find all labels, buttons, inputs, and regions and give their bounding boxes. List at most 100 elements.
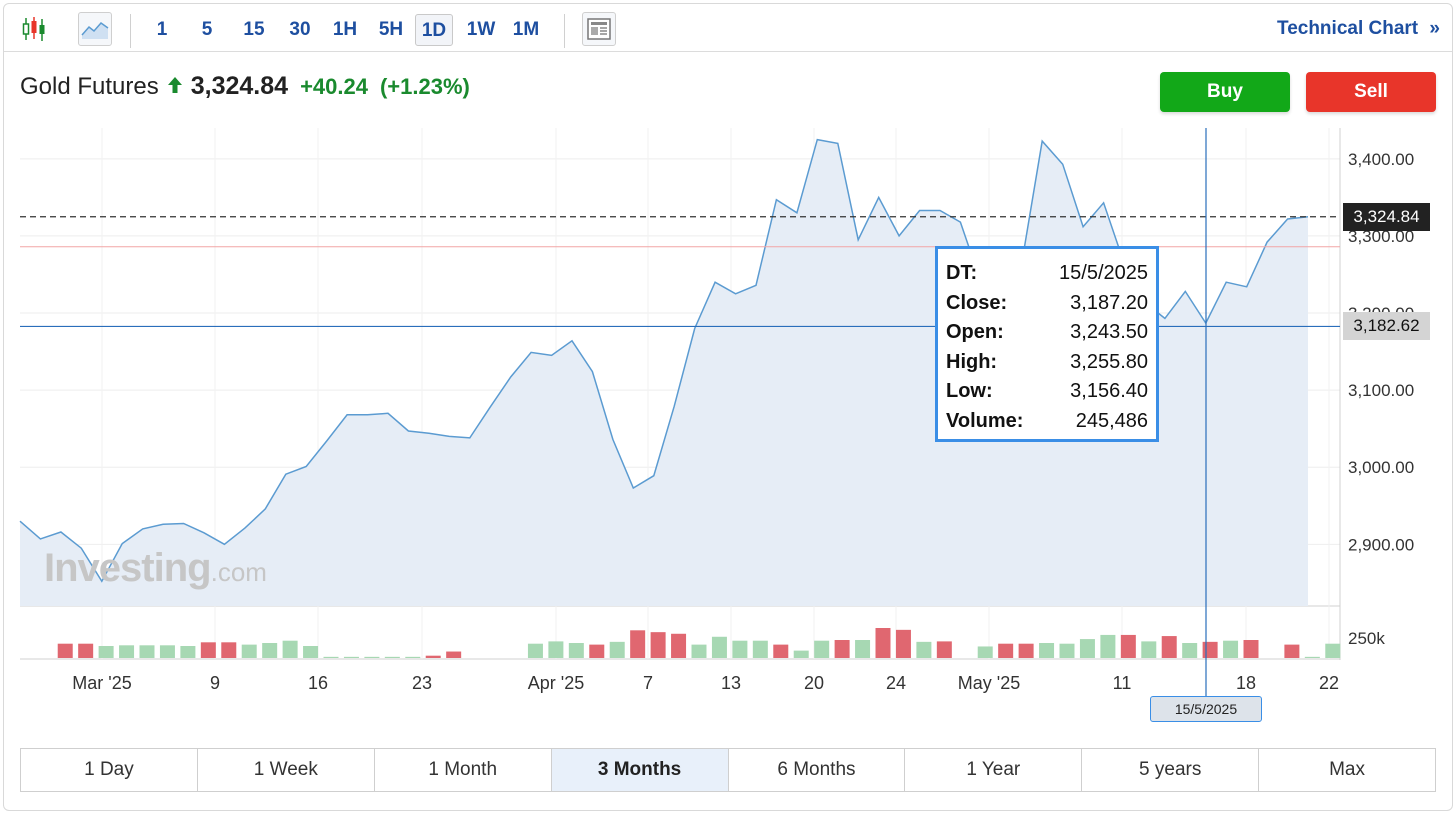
volume-bar [1039,643,1055,658]
current-price-tag: 3,324.84 [1343,202,1430,231]
range-1-week[interactable]: 1 Week [198,749,375,791]
x-tick-label: 24 [886,673,906,693]
volume-bar [446,651,462,658]
volume-bar [1018,643,1034,658]
volume-bar [139,645,155,658]
volume-bar [609,641,625,658]
x-tick-label: Apr '25 [528,673,584,693]
tooltip-row-low: Low: 3,156.40 [946,377,1148,407]
range-max[interactable]: Max [1259,749,1435,791]
volume-bar [180,646,196,658]
x-tick-label: 9 [210,673,220,693]
volume-bar [752,640,768,658]
tooltip-row-open: Open: 3,243.50 [946,318,1148,348]
volume-bar [773,644,789,658]
volume-bar [895,629,911,658]
volume-bar [425,655,441,658]
tooltip-row-close: Close: 3,187.20 [946,289,1148,319]
volume-axis-label: 250k [1348,629,1385,648]
volume-bar [1284,644,1300,658]
tooltip-key: Close: [946,291,1008,314]
volume-bar [834,640,850,658]
volume-bar [1141,641,1157,658]
range-5-years[interactable]: 5 years [1082,749,1260,791]
volume-bar [568,643,584,658]
tooltip-row-volume: Volume: 245,486 [946,407,1148,437]
volume-bar [875,628,891,658]
tooltip-value: 3,255.80 [1070,350,1148,373]
volume-bar [855,640,871,658]
volume-bar [916,641,932,658]
volume-bar [793,650,809,658]
volume-bar [630,630,646,658]
volume-bar [1059,643,1075,658]
volume-bar [200,642,216,658]
tooltip-key: Open: [946,321,1004,344]
x-tick-label: 20 [804,673,824,693]
watermark-brand: Investing [44,546,212,590]
volume-bar [936,641,952,658]
volume-bar [1182,643,1198,658]
volume-bar [814,640,830,658]
volume-bar [1202,641,1218,658]
volume-bar [1325,643,1341,658]
volume-bar [98,646,114,658]
x-tick-label: 23 [412,673,432,693]
volume-bar [998,643,1014,658]
volume-bar [384,656,400,658]
volume-bar [1161,636,1177,658]
volume-bar [159,645,175,658]
x-tick-label: May '25 [958,673,1020,693]
volume-bar [1120,634,1136,658]
volume-bar [241,644,257,658]
x-tick-label: Mar '25 [72,673,131,693]
tooltip-key: Volume: [946,409,1024,432]
tooltip-row-high: High: 3,255.80 [946,348,1148,378]
volume-bar [977,646,993,658]
tooltip-value: 245,486 [1075,409,1148,432]
range-3-months[interactable]: 3 Months [551,749,729,791]
volume-bar [1223,640,1239,658]
volume-bar [711,636,727,658]
x-tick-label: 22 [1319,673,1339,693]
range-1-day[interactable]: 1 Day [21,749,198,791]
volume-bar [527,643,543,658]
x-tick-label: 18 [1236,673,1256,693]
tooltip-value: 3,156.40 [1070,380,1148,403]
watermark-suffix: .com [210,557,267,587]
volume-bar [282,640,298,658]
volume-bar [57,643,73,658]
y-tick-label: 3,000.00 [1348,458,1414,477]
y-tick-label: 3,100.00 [1348,381,1414,400]
investing-watermark: Investing.com [44,546,267,591]
volume-bar [650,632,666,658]
volume-bar [671,633,687,658]
volume-bar [405,656,421,658]
range-6-months[interactable]: 6 Months [729,749,906,791]
volume-bar [1243,640,1259,658]
volume-bar [221,642,237,658]
y-tick-label: 2,900.00 [1348,535,1414,554]
x-tick-label: 16 [308,673,328,693]
ohlc-tooltip: DT: 15/5/2025 Close: 3,187.20 Open: 3,243.5… [935,246,1159,442]
volume-bar [1079,639,1095,658]
x-axis: Mar '25 9 16 23 Apr '25 7 13 20 24 May '25 11 18 22 [72,673,1339,693]
tooltip-row-date: DT: 15/5/2025 [946,259,1148,289]
range-1-year[interactable]: 1 Year [905,749,1083,791]
volume-bar [119,645,135,658]
volume-bar [262,643,278,658]
tooltip-key: High: [946,350,998,373]
range-1-month[interactable]: 1 Month [375,749,552,791]
volume-bar [548,641,564,658]
x-tick-label: 13 [721,673,741,693]
volume-bar [303,646,319,658]
volume-bar [1100,634,1116,658]
volume-bar [364,656,380,658]
tooltip-key: Low: [946,380,993,403]
x-tick-label: 7 [643,673,653,693]
tooltip-value: 15/5/2025 [1059,262,1148,285]
crosshair-date-tag: 15/5/2025 [1150,696,1262,722]
x-tick-label: 11 [1113,673,1132,693]
volume-bar [732,640,748,658]
crosshair-price-tag: 3,182.62 [1343,312,1430,341]
